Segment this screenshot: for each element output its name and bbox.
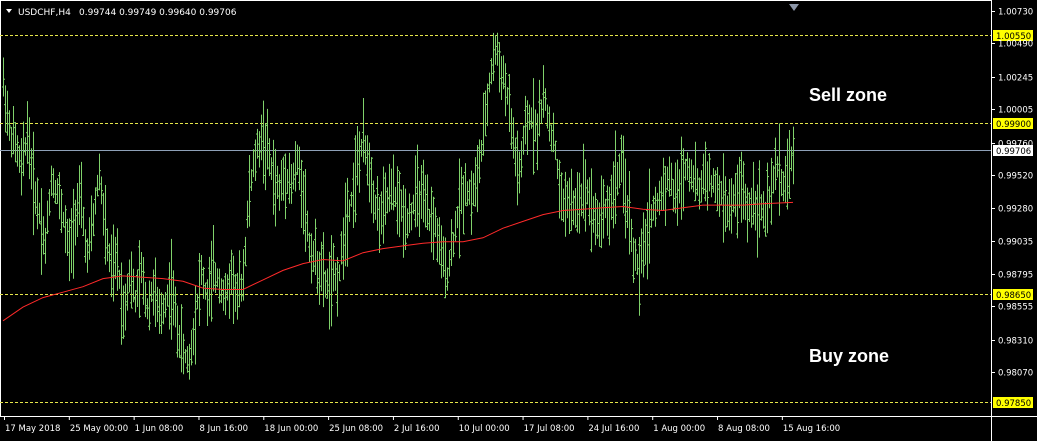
x-tick-label: 17 Jul 08:00 [524, 424, 575, 434]
time-axis[interactable]: 17 May 2018 25 May 00:00 1 Jun 08:00 8 Jun … [4, 416, 841, 434]
y-tick-label: 0.99035 [998, 238, 1033, 248]
sell-zone-label: Sell zone [809, 85, 887, 105]
y-tick-label: 0.98070 [998, 369, 1033, 379]
x-tick-label: 8 Jun 16:00 [199, 424, 248, 434]
level-label-2: 0.98650 [996, 291, 1031, 301]
level-label-1: 0.99900 [996, 120, 1031, 130]
x-tick-label: 25 Jun 08:00 [329, 424, 383, 434]
y-tick-label: 1.00005 [998, 106, 1033, 116]
buy-zone-label: Buy zone [809, 346, 889, 366]
price-axis[interactable]: 1.00730 1.00490 1.00245 1.00005 0.99760 0.995… [991, 8, 1033, 379]
y-tick-label: 1.00490 [998, 40, 1033, 50]
x-tick-label: 18 Jun 00:00 [264, 424, 318, 434]
level-label-3: 0.97850 [996, 399, 1031, 409]
x-tick-label: 2 Jul 16:00 [394, 424, 440, 434]
y-tick-label: 1.00730 [998, 8, 1033, 18]
x-tick-label: 10 Jul 00:00 [459, 424, 510, 434]
x-tick-label: 1 Jun 08:00 [135, 424, 184, 434]
y-tick-label: 0.98555 [998, 303, 1033, 313]
y-tick-label: 0.98310 [998, 337, 1033, 347]
price-chart-svg[interactable]: USDCHF,H4 0.99744 0.99749 0.99640 0.9970… [0, 0, 1037, 441]
y-tick-label: 0.98795 [998, 271, 1033, 281]
y-tick-label: 0.99520 [998, 172, 1033, 182]
x-tick-label: 8 Aug 08:00 [718, 424, 770, 434]
symbol-label: USDCHF,H4 [18, 8, 71, 18]
ohlc-label: 0.99744 0.99749 0.99640 0.99706 [79, 8, 237, 18]
x-tick-label: 1 Aug 00:00 [653, 424, 705, 434]
x-tick-label: 17 May 2018 [5, 424, 60, 434]
chart-window[interactable]: USDCHF,H4 0.99744 0.99749 0.99640 0.9970… [0, 0, 1037, 441]
x-tick-label: 24 Jul 16:00 [588, 424, 639, 434]
y-tick-label: 0.99760 [998, 140, 1033, 150]
y-tick-label: 0.99280 [998, 205, 1033, 215]
x-tick-label: 25 May 00:00 [70, 424, 128, 434]
x-tick-label: 15 Aug 16:00 [783, 424, 840, 434]
y-tick-label: 1.00245 [998, 74, 1033, 84]
